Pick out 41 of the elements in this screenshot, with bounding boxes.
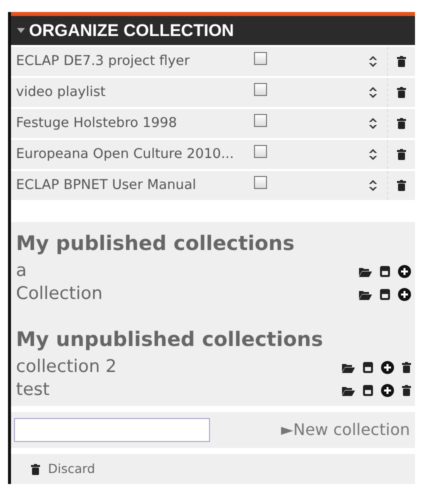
sort-icon[interactable] <box>369 56 377 67</box>
checkbox[interactable] <box>254 145 267 158</box>
sort-icon[interactable] <box>369 118 377 129</box>
panel-title: ORGANIZE COLLECTION <box>29 20 234 42</box>
checkbox[interactable] <box>254 114 267 128</box>
trash-icon[interactable] <box>402 385 411 396</box>
folder-icon[interactable] <box>342 386 355 396</box>
item-title: ECLAP DE7.3 project flyer <box>15 52 191 72</box>
section-heading: My published collections <box>15 230 296 257</box>
folder-icon[interactable] <box>342 362 355 372</box>
save-icon[interactable] <box>380 266 390 277</box>
trash-icon[interactable] <box>397 56 406 67</box>
add-icon[interactable] <box>381 361 394 374</box>
caret-icon[interactable] <box>17 28 25 33</box>
sort-icon[interactable] <box>369 87 377 98</box>
checkbox[interactable] <box>254 176 267 190</box>
folder-icon[interactable] <box>359 266 372 276</box>
add-icon[interactable] <box>398 288 411 301</box>
trash-icon[interactable] <box>397 149 406 160</box>
folder-icon[interactable] <box>359 290 372 300</box>
checkbox[interactable] <box>254 52 267 66</box>
item-title: ECLAP BPNET User Manual <box>15 176 198 196</box>
trash-icon[interactable] <box>397 87 406 98</box>
discard-label[interactable]: Discard <box>48 460 95 478</box>
save-icon[interactable] <box>380 289 390 300</box>
input-field[interactable] <box>14 418 210 442</box>
sort-icon[interactable] <box>369 149 377 160</box>
trash-icon[interactable] <box>397 180 406 191</box>
add-icon[interactable] <box>381 384 394 397</box>
section-heading: My unpublished collections <box>15 326 324 353</box>
item-title: Festuge Holstebro 1998 <box>15 114 178 134</box>
trash-icon[interactable] <box>31 464 40 474</box>
add-icon[interactable] <box>398 265 411 278</box>
save-icon[interactable] <box>363 385 373 396</box>
checkbox[interactable] <box>254 83 267 96</box>
item-title: Europeana Open Culture 2010... <box>15 145 235 164</box>
trash-icon[interactable] <box>397 118 406 129</box>
item-title: video playlist <box>15 83 107 102</box>
sort-icon[interactable] <box>369 180 377 191</box>
save-icon[interactable] <box>363 362 373 373</box>
trash-icon[interactable] <box>402 362 411 373</box>
